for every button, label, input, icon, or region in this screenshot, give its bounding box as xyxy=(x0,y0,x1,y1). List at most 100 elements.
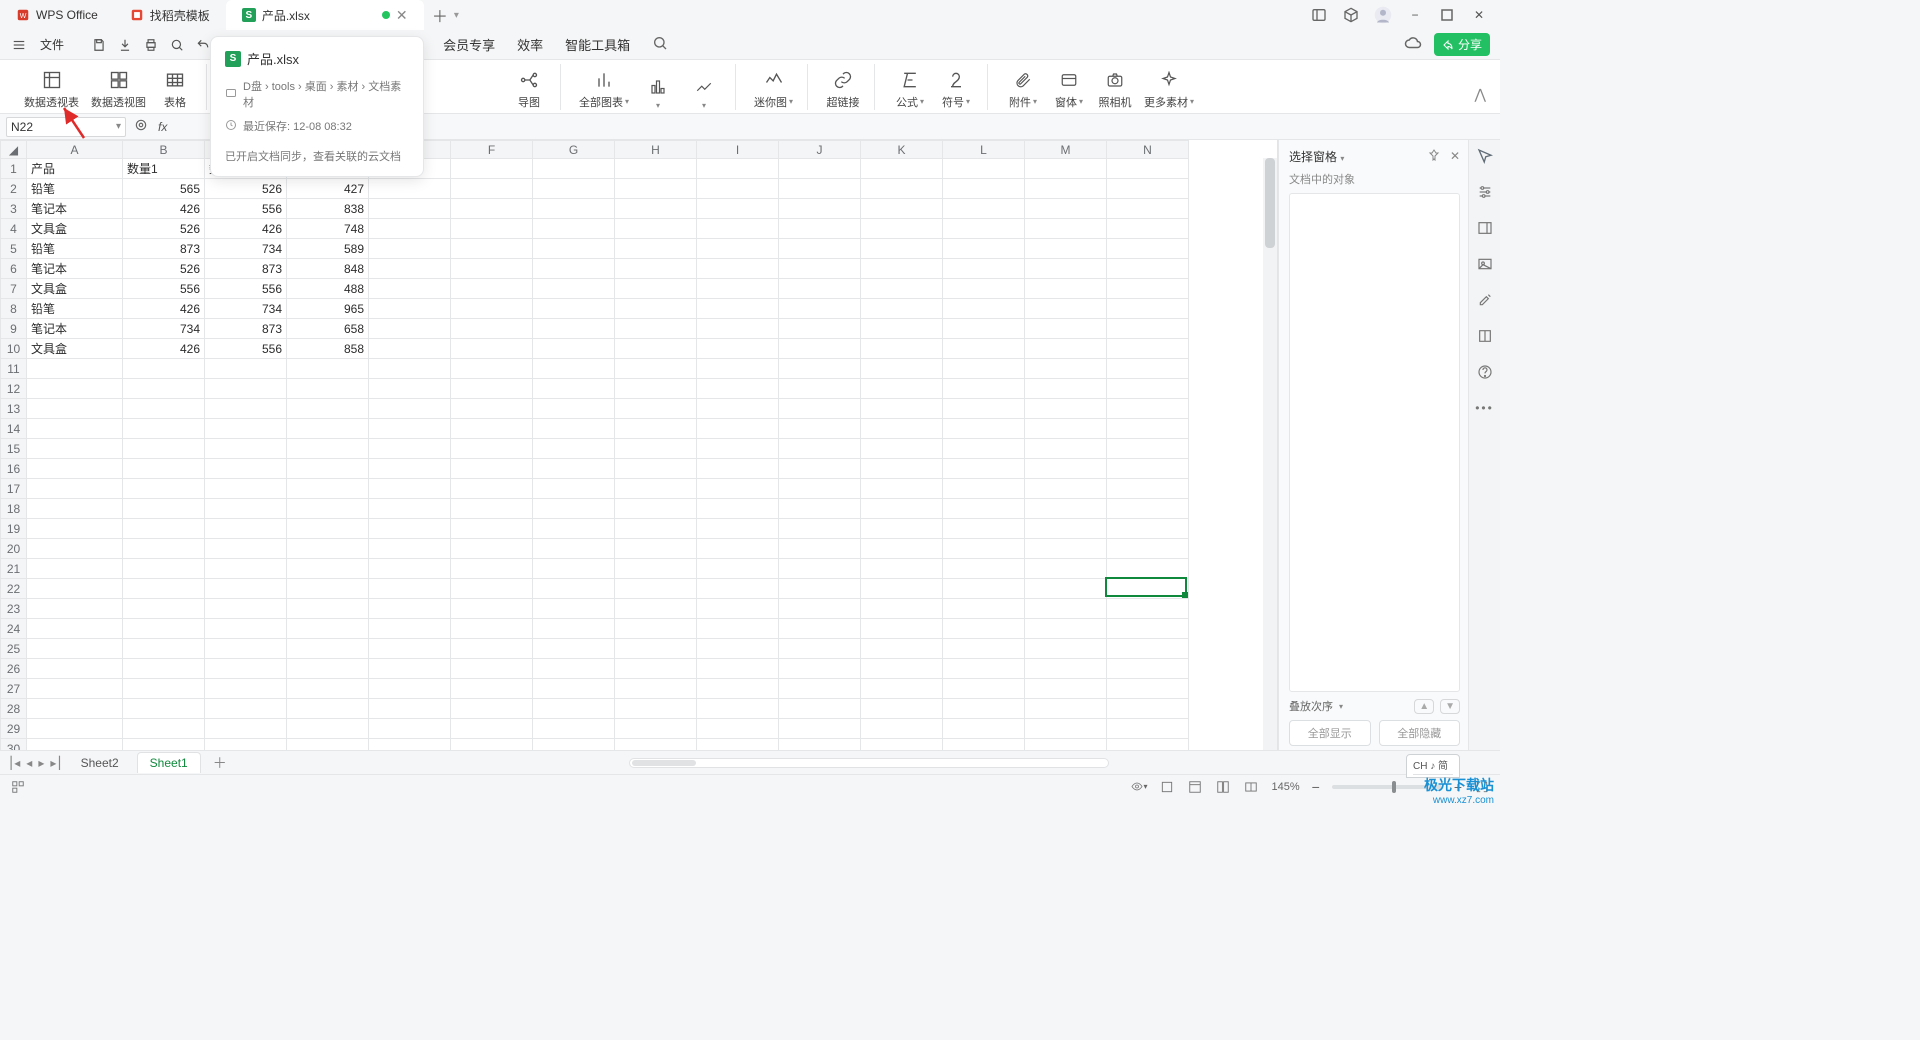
cell[interactable] xyxy=(697,359,779,379)
camera-button[interactable]: 照相机 xyxy=(1098,70,1132,110)
cell[interactable] xyxy=(1025,439,1107,459)
cell[interactable] xyxy=(943,699,1025,719)
cell[interactable] xyxy=(123,479,205,499)
row-header[interactable]: 5 xyxy=(1,239,27,259)
cell[interactable] xyxy=(533,439,615,459)
cell[interactable]: 848 xyxy=(287,259,369,279)
cell[interactable] xyxy=(861,279,943,299)
cell[interactable] xyxy=(1025,319,1107,339)
pin-icon[interactable] xyxy=(1428,149,1440,164)
cell[interactable]: 734 xyxy=(205,239,287,259)
cell[interactable] xyxy=(1025,159,1107,179)
cell[interactable] xyxy=(697,439,779,459)
cell[interactable] xyxy=(287,439,369,459)
row-header[interactable]: 19 xyxy=(1,519,27,539)
cell[interactable] xyxy=(1107,259,1189,279)
cell[interactable] xyxy=(861,199,943,219)
cell[interactable]: 748 xyxy=(287,219,369,239)
cell[interactable] xyxy=(123,379,205,399)
cell[interactable] xyxy=(451,299,533,319)
cell[interactable] xyxy=(1107,279,1189,299)
cell[interactable]: 873 xyxy=(205,259,287,279)
cell[interactable] xyxy=(369,439,451,459)
cell[interactable] xyxy=(779,479,861,499)
cell[interactable] xyxy=(1025,419,1107,439)
cell[interactable] xyxy=(615,339,697,359)
cell[interactable] xyxy=(123,399,205,419)
cell[interactable] xyxy=(697,339,779,359)
tab-find-template[interactable]: 找稻壳模板 xyxy=(114,0,226,30)
cell[interactable] xyxy=(287,499,369,519)
cell[interactable] xyxy=(1107,699,1189,719)
cell[interactable] xyxy=(205,659,287,679)
cell[interactable] xyxy=(287,579,369,599)
pivot-chart-button[interactable]: 数据透视图 xyxy=(91,70,146,110)
cell[interactable] xyxy=(697,619,779,639)
cell[interactable] xyxy=(533,619,615,639)
cell[interactable] xyxy=(615,239,697,259)
window-close-icon[interactable]: ✕ xyxy=(1470,6,1488,24)
cell[interactable] xyxy=(779,179,861,199)
cell[interactable] xyxy=(533,299,615,319)
cell[interactable] xyxy=(27,539,123,559)
cell[interactable] xyxy=(861,659,943,679)
select-all-corner[interactable]: ◢ xyxy=(1,141,27,159)
cell[interactable] xyxy=(123,419,205,439)
cell[interactable] xyxy=(369,539,451,559)
cell[interactable] xyxy=(27,619,123,639)
fullscreen-icon[interactable] xyxy=(1474,779,1490,795)
cell[interactable] xyxy=(1025,279,1107,299)
cell[interactable] xyxy=(697,319,779,339)
cell[interactable] xyxy=(123,659,205,679)
cell[interactable] xyxy=(779,419,861,439)
cell[interactable] xyxy=(205,639,287,659)
cell[interactable] xyxy=(779,359,861,379)
cell[interactable] xyxy=(615,559,697,579)
cell[interactable] xyxy=(205,439,287,459)
cell[interactable] xyxy=(615,379,697,399)
cell[interactable] xyxy=(943,319,1025,339)
formula-button[interactable]: 公式▾ xyxy=(893,70,927,110)
cell[interactable] xyxy=(369,179,451,199)
view-reading-icon[interactable] xyxy=(1243,779,1259,795)
cell[interactable] xyxy=(779,219,861,239)
cell[interactable] xyxy=(615,279,697,299)
cell[interactable] xyxy=(1107,179,1189,199)
zoom-slider[interactable] xyxy=(1332,785,1442,789)
cell[interactable] xyxy=(1025,679,1107,699)
cell[interactable]: 556 xyxy=(205,339,287,359)
cell[interactable] xyxy=(27,679,123,699)
cell[interactable] xyxy=(943,179,1025,199)
cell[interactable]: 965 xyxy=(287,299,369,319)
cell[interactable]: 笔记本 xyxy=(27,199,123,219)
horizontal-scrollbar[interactable] xyxy=(239,758,1500,768)
cell[interactable] xyxy=(1025,539,1107,559)
row-header[interactable]: 10 xyxy=(1,339,27,359)
ribbon-efficiency[interactable]: 效率 xyxy=(517,35,543,54)
sheet-nav-prev-icon[interactable]: ◂ xyxy=(26,756,32,770)
column-header[interactable]: B xyxy=(123,141,205,159)
cell[interactable] xyxy=(369,699,451,719)
cell[interactable] xyxy=(287,399,369,419)
cell[interactable] xyxy=(369,519,451,539)
cell[interactable] xyxy=(697,739,779,751)
cell[interactable] xyxy=(451,559,533,579)
cell[interactable] xyxy=(615,259,697,279)
tab-wps-office[interactable]: W WPS Office xyxy=(0,0,114,30)
cloud-icon[interactable] xyxy=(1404,34,1422,55)
cell[interactable] xyxy=(533,399,615,419)
cell[interactable]: 数量1 xyxy=(123,159,205,179)
cell[interactable] xyxy=(287,459,369,479)
cell[interactable] xyxy=(287,679,369,699)
cell[interactable] xyxy=(779,399,861,419)
column-header[interactable]: F xyxy=(451,141,533,159)
cell[interactable] xyxy=(369,339,451,359)
cell[interactable] xyxy=(779,659,861,679)
new-tab-button[interactable]: ＋ xyxy=(424,3,456,27)
cell[interactable] xyxy=(205,399,287,419)
chart-line-button[interactable]: ▾ xyxy=(687,77,721,110)
cell[interactable] xyxy=(1025,719,1107,739)
cell[interactable] xyxy=(943,559,1025,579)
cell[interactable] xyxy=(451,339,533,359)
collapse-ribbon-icon[interactable]: ⋀ xyxy=(1475,86,1486,103)
